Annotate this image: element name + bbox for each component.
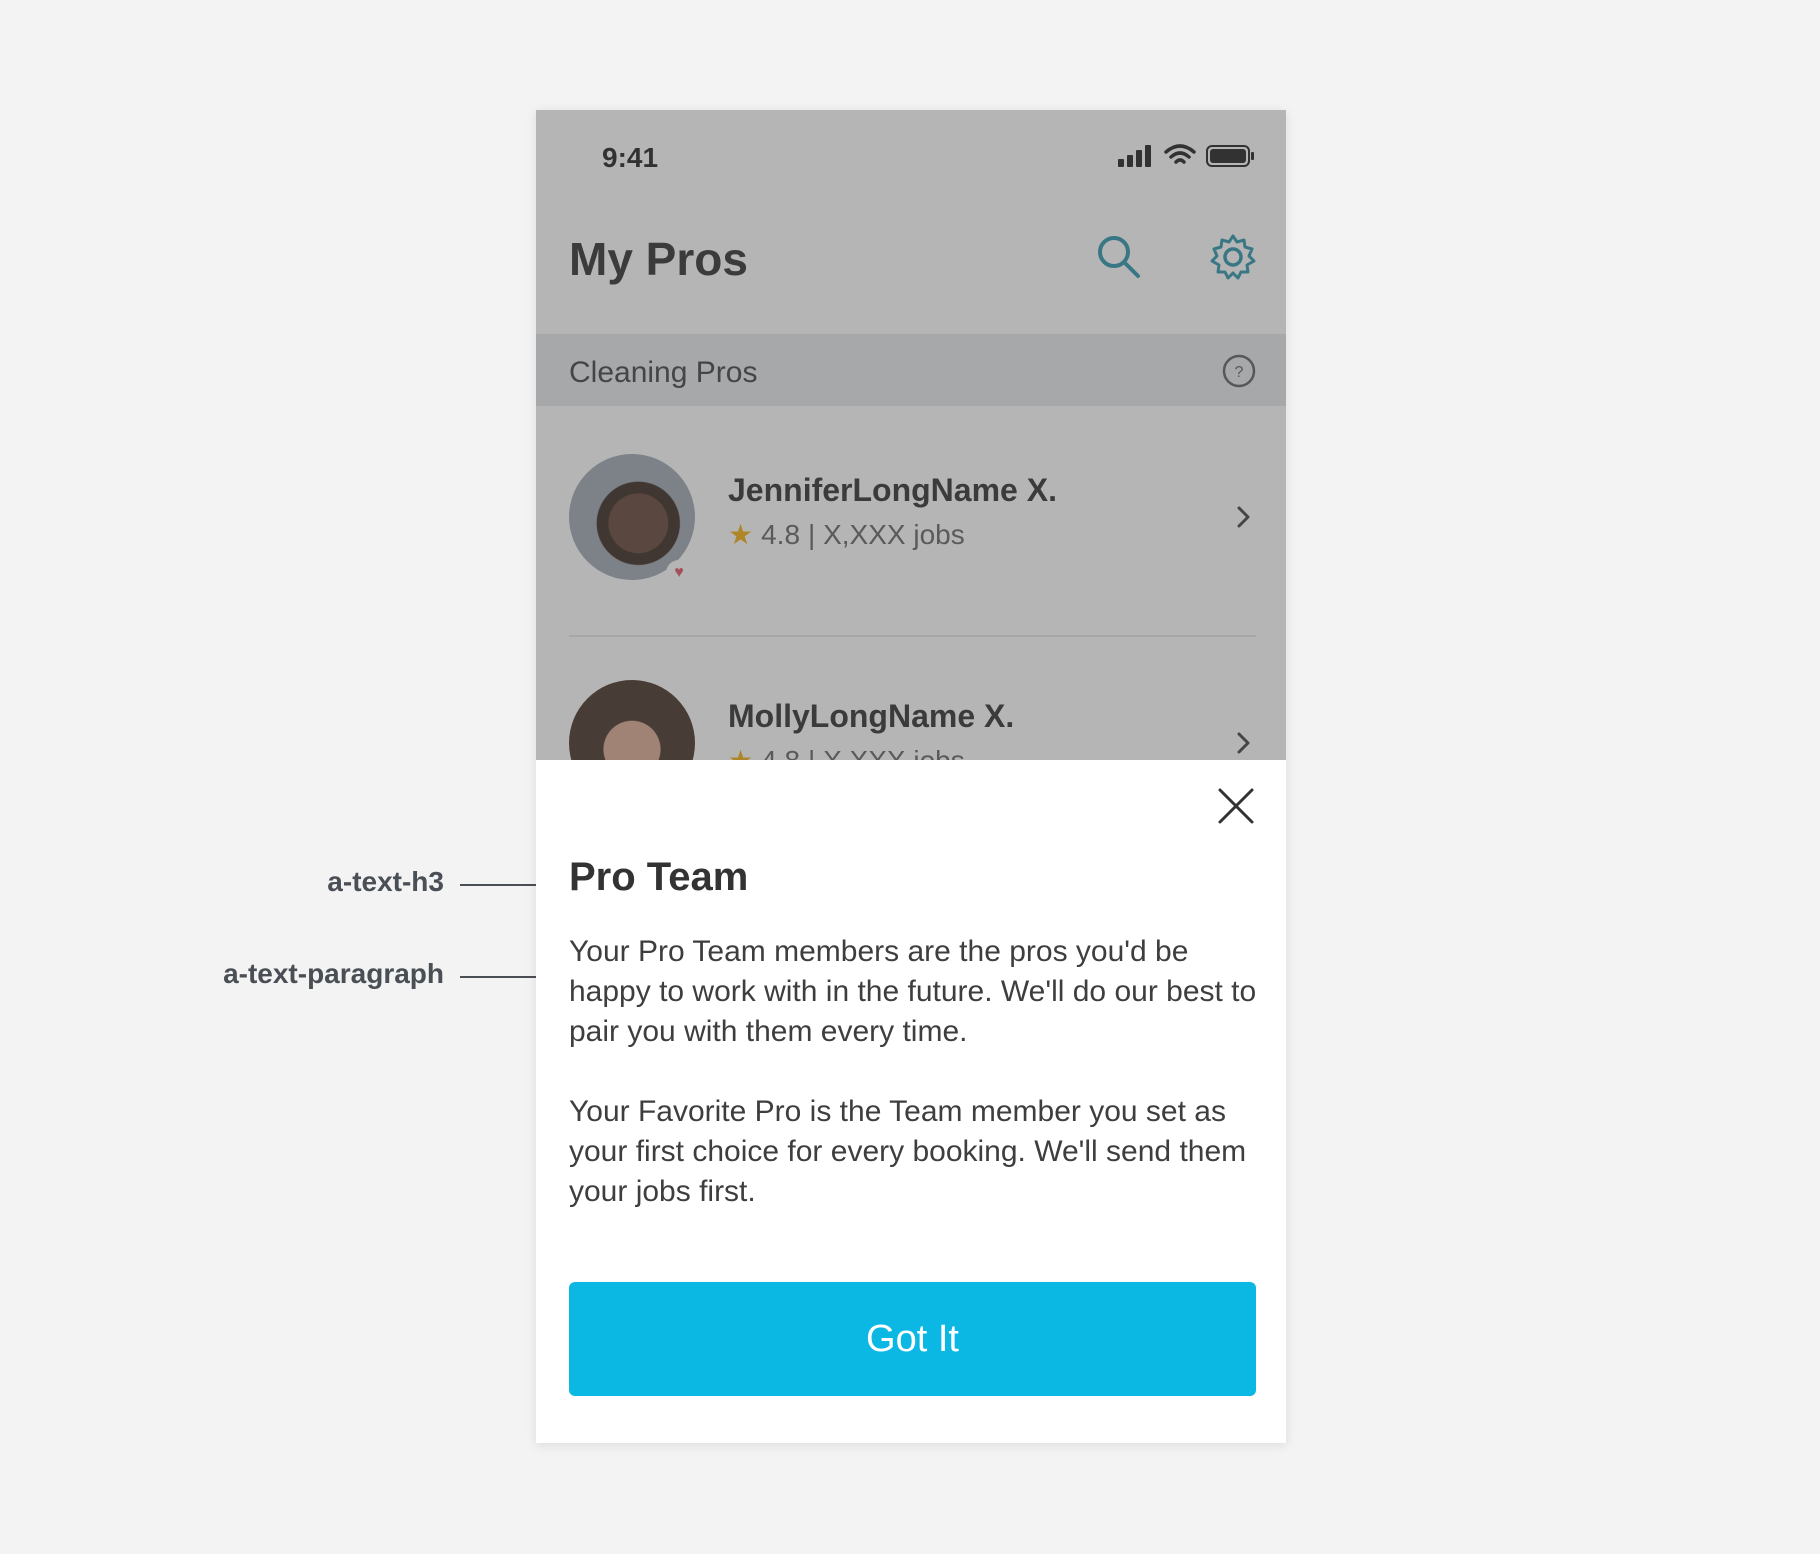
bottom-sheet: Pro Team Your Pro Team members are the p… [536, 760, 1286, 1443]
annotation-h3-label: a-text-h3 [327, 866, 444, 897]
modal-backdrop[interactable] [536, 110, 1286, 760]
phone-screen: 9:41 My Pros Cleaning Pros ? ♥ JenniferL… [536, 110, 1286, 1443]
got-it-button[interactable]: Got It [569, 1282, 1256, 1396]
annotation-paragraph-label: a-text-paragraph [223, 958, 444, 989]
close-icon[interactable] [1216, 786, 1256, 826]
sheet-title: Pro Team [569, 855, 749, 899]
canvas: a-text-h3 a-text-paragraph 9:41 My Pros … [0, 0, 1820, 1554]
sheet-paragraph-2: Your Favorite Pro is the Team member you… [569, 1095, 1247, 1208]
app-background: 9:41 My Pros Cleaning Pros ? ♥ JenniferL… [536, 110, 1286, 760]
sheet-paragraph-1: Your Pro Team members are the pros you'd… [569, 935, 1257, 1048]
